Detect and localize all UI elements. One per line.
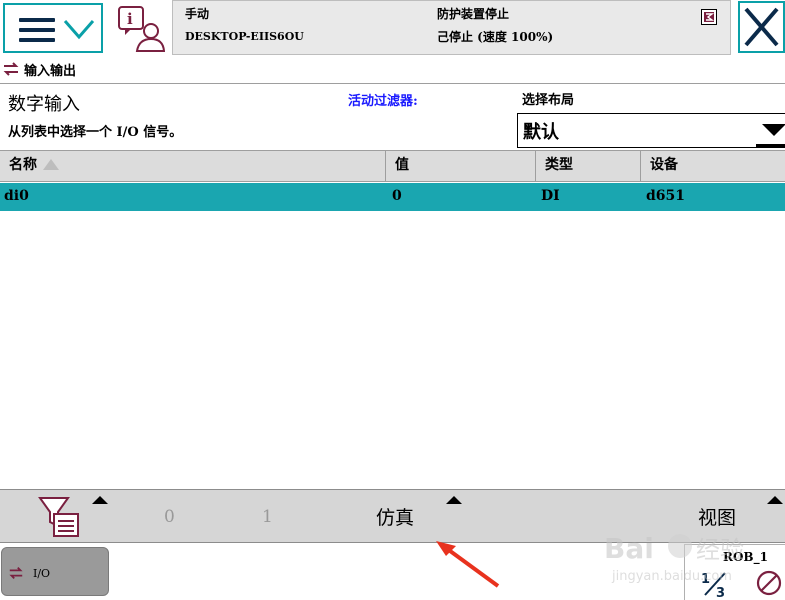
controller-hostname: DESKTOP-EIIS6OU	[185, 30, 304, 43]
filter-menu-up-icon	[92, 496, 108, 504]
window-title-bar: 输入输出	[0, 57, 785, 84]
set-1-button[interactable]: 1	[262, 507, 273, 527]
svg-text:Bai: Bai	[604, 532, 654, 565]
view-menu-up-icon	[767, 496, 783, 504]
filter-icon	[38, 497, 79, 537]
cell-name: di0	[4, 188, 29, 204]
cell-type: DI	[541, 188, 560, 204]
hold-to-run-icon	[701, 9, 717, 25]
simulate-label: 仿真	[376, 507, 415, 529]
io-icon	[3, 62, 19, 76]
menu-icon	[19, 18, 55, 42]
section-title: 数字输入	[8, 94, 80, 115]
info-user-icon[interactable]: i	[117, 5, 165, 53]
set-0-button[interactable]: 0	[164, 507, 175, 527]
dropdown-caret-icon	[762, 124, 785, 136]
table-header: 名称 值 类型 设备	[0, 150, 785, 182]
column-header-type[interactable]: 类型	[536, 151, 641, 182]
layout-select-value: 默认	[523, 122, 559, 143]
guard-status: 防护装置停止	[437, 7, 510, 21]
window-title: 输入输出	[24, 64, 77, 79]
column-header-name[interactable]: 名称	[0, 151, 386, 182]
column-header-value-label: 值	[395, 157, 409, 173]
cell-device: d651	[646, 188, 686, 204]
column-header-device[interactable]: 设备	[641, 151, 785, 182]
io-icon	[9, 567, 23, 579]
layout-label: 选择布局	[522, 93, 575, 108]
run-status: 己停止 (速度 100%)	[437, 30, 554, 44]
svg-text:jingyan.baidu.com: jingyan.baidu.com	[611, 569, 732, 584]
annotation-arrow	[436, 541, 500, 588]
sort-ascending-icon	[43, 159, 59, 170]
column-header-value[interactable]: 值	[386, 151, 536, 182]
svg-text:经验: 经验	[696, 536, 744, 564]
column-header-device-label: 设备	[650, 157, 678, 173]
dropdown-underline	[756, 144, 785, 147]
cell-value: 0	[392, 188, 402, 204]
close-icon	[744, 7, 779, 47]
active-filter-label: 活动过滤器:	[348, 94, 418, 109]
status-panel[interactable]: 手动 DESKTOP-EIIS6OU 防护装置停止 己停止 (速度 100%)	[172, 0, 731, 55]
section-subtitle: 从列表中选择一个 I/O 信号。	[8, 125, 183, 140]
simulate-menu-up-icon	[446, 496, 462, 504]
operation-mode: 手动	[185, 7, 210, 21]
close-button[interactable]	[738, 1, 785, 53]
table-row[interactable]: di0 0 DI d651	[0, 183, 785, 211]
watermark-logo: Bai 经验 jingyan.baidu.com	[604, 532, 744, 584]
abb-menu-button[interactable]	[3, 3, 103, 53]
io-task-button[interactable]: I/O	[1, 547, 109, 596]
io-task-label: I/O	[33, 567, 51, 580]
filter-button[interactable]	[30, 490, 120, 542]
top-bar: i 手动 DESKTOP-EIIS6OU 防护装置停止 己停止 (速度 100%…	[0, 0, 785, 56]
simulate-button[interactable]: 仿真	[360, 490, 470, 542]
column-header-name-label: 名称	[9, 157, 37, 173]
layout-select[interactable]: 默认	[517, 113, 785, 148]
chevron-down-icon	[63, 20, 95, 40]
column-header-type-label: 类型	[545, 157, 573, 173]
svg-text:i: i	[127, 10, 133, 28]
